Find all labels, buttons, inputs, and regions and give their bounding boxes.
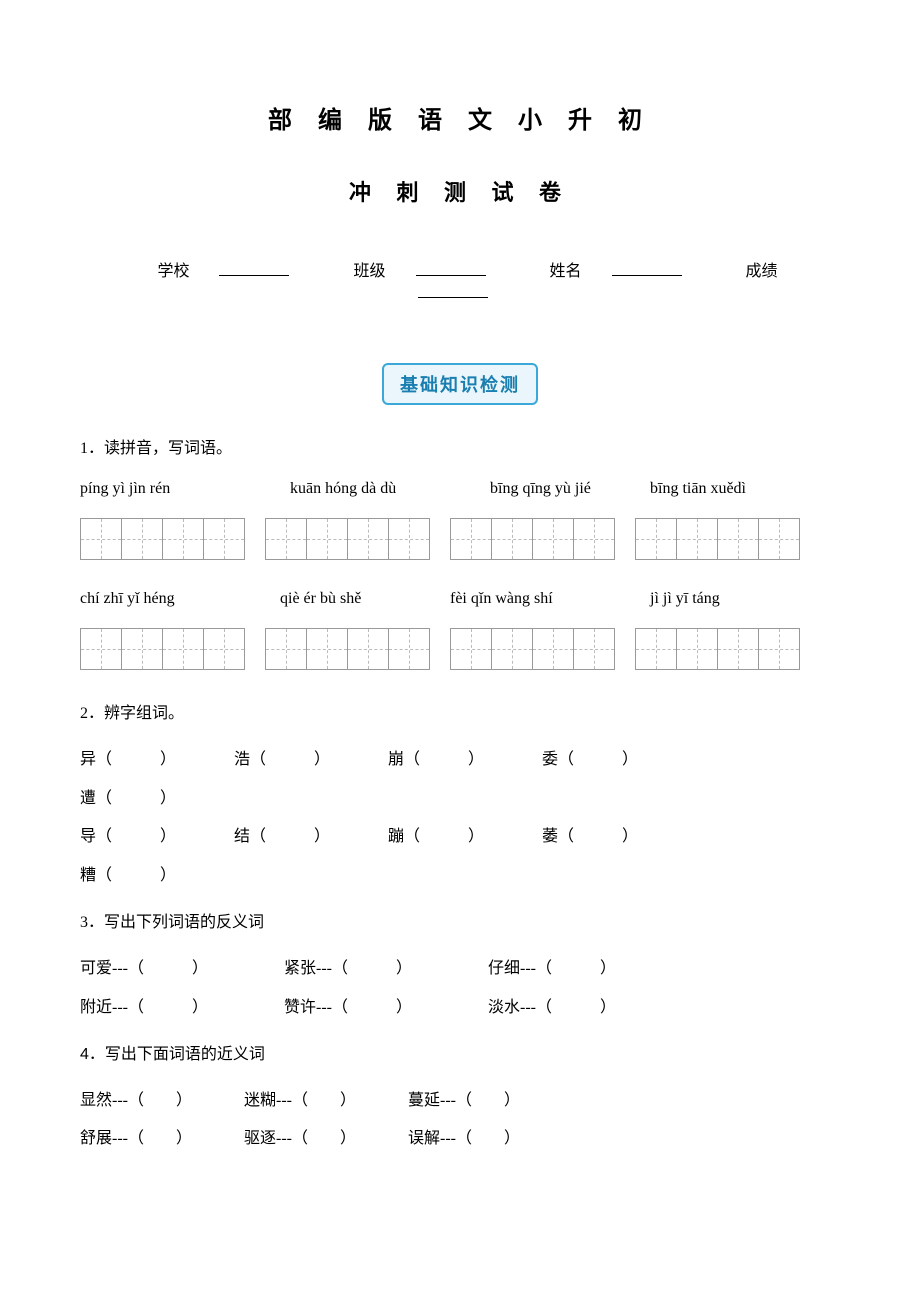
pinyin-item: jì jì yī táng [650,590,840,608]
student-info-row: 学校 班级 姓名 成绩 [80,257,840,303]
pinyin-item: kuān hóng dà dù [290,480,490,498]
tianzi-group[interactable] [80,628,245,670]
q2-item[interactable]: 崩（ ） [388,741,538,779]
q3-item[interactable]: 仔细---（ ） [488,950,688,988]
tianzi-group[interactable] [635,628,800,670]
q1-grid-row2 [80,628,840,670]
pinyin-item: chí zhī yǐ héng [80,590,280,608]
school-blank[interactable] [219,259,289,276]
tianzi-group[interactable] [80,518,245,560]
q4-item[interactable]: 误解---（ ） [408,1120,568,1158]
q4-item[interactable]: 显然---（ ） [80,1082,240,1120]
q3-row2: 附近---（ ） 赞许---（ ） 淡水---（ ） [80,989,840,1027]
q3-item[interactable]: 淡水---（ ） [488,989,688,1027]
pinyin-item: píng yì jìn rén [80,480,290,498]
q2-item[interactable]: 糟（ ） [80,857,230,895]
class-blank[interactable] [416,259,486,276]
tianzi-group[interactable] [450,518,615,560]
tianzi-group[interactable] [450,628,615,670]
section-badge-wrap: 基础知识检测 [80,363,840,405]
title-main: 部 编 版 语 文 小 升 初 [80,100,840,135]
q4-prompt: 4．写出下面词语的近义词 [80,1041,840,1068]
pinyin-item: qiè ér bù shě [280,590,450,608]
title-sub: 冲 刺 测 试 卷 [80,175,840,207]
q4-item[interactable]: 舒展---（ ） [80,1120,240,1158]
pinyin-item: bīng tiān xuědì [650,480,840,498]
worksheet-page: 部 编 版 语 文 小 升 初 冲 刺 测 试 卷 学校 班级 姓名 成绩 基础… [0,0,920,1219]
section-badge: 基础知识检测 [382,363,538,405]
q1-grid-row1 [80,518,840,560]
q3-item[interactable]: 紧张---（ ） [284,950,484,988]
pinyin-item: fèi qǐn wàng shí [450,590,650,608]
q1-pinyin-row2: chí zhī yǐ héng qiè ér bù shě fèi qǐn wà… [80,590,840,608]
q3-item[interactable]: 可爱---（ ） [80,950,280,988]
q4-row2: 舒展---（ ） 驱逐---（ ） 误解---（ ） [80,1120,840,1158]
q3-row1: 可爱---（ ） 紧张---（ ） 仔细---（ ） [80,950,840,988]
q2-item[interactable]: 蹦（ ） [388,818,538,856]
pinyin-item: bīng qīng yù jié [490,480,650,498]
class-label: 班级 [338,263,500,280]
name-label: 姓名 [535,263,697,280]
tianzi-group[interactable] [265,518,430,560]
q1-pinyin-row1: píng yì jìn rén kuān hóng dà dù bīng qīn… [80,480,840,498]
q1-prompt: 1．读拼音，写词语。 [80,435,840,462]
q2-item[interactable]: 遭（ ） [80,780,230,818]
tianzi-group[interactable] [635,518,800,560]
q2-row2: 导（ ） 结（ ） 蹦（ ） 萎（ ） 糟（ ） [80,818,840,895]
q2-prompt: 2．辨字组词。 [80,700,840,727]
score-blank[interactable] [418,281,488,298]
q2-item[interactable]: 异（ ） [80,741,230,779]
q4-item[interactable]: 蔓延---（ ） [408,1082,568,1120]
q2-item[interactable]: 结（ ） [234,818,384,856]
q4-item[interactable]: 迷糊---（ ） [244,1082,404,1120]
q4-item[interactable]: 驱逐---（ ） [244,1120,404,1158]
q4-row1: 显然---（ ） 迷糊---（ ） 蔓延---（ ） [80,1082,840,1120]
q2-item[interactable]: 导（ ） [80,818,230,856]
q3-item[interactable]: 附近---（ ） [80,989,280,1027]
q2-item[interactable]: 萎（ ） [542,818,692,856]
q3-prompt: 3．写出下列词语的反义词 [80,909,840,936]
q2-item[interactable]: 委（ ） [542,741,692,779]
q2-row1: 异（ ） 浩（ ） 崩（ ） 委（ ） 遭（ ） [80,741,840,818]
q2-item[interactable]: 浩（ ） [234,741,384,779]
tianzi-group[interactable] [265,628,430,670]
name-blank[interactable] [612,259,682,276]
q3-item[interactable]: 赞许---（ ） [284,989,484,1027]
school-label: 学校 [142,263,304,280]
